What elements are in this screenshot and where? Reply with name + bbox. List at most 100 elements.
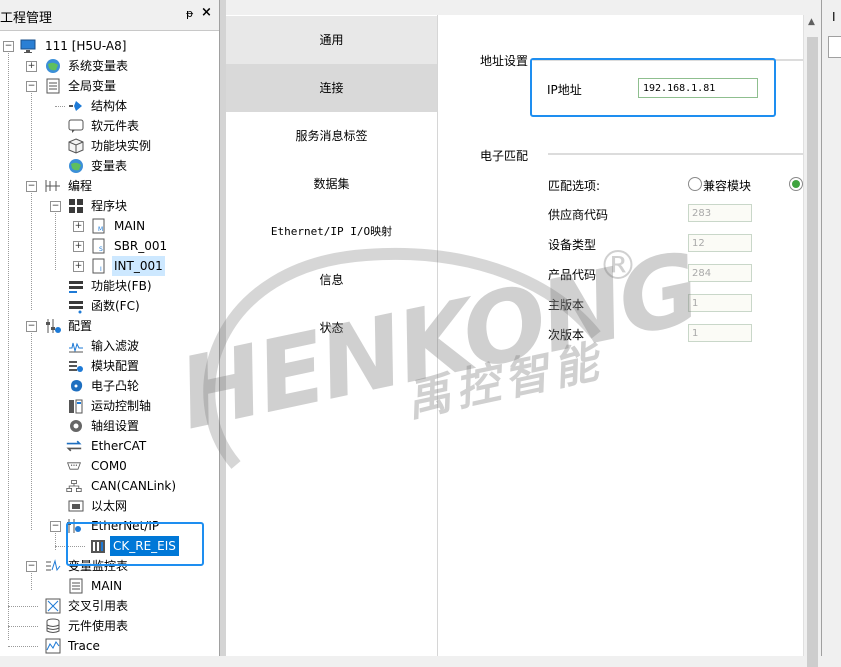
major-revision-field[interactable]: 1	[688, 294, 752, 312]
tree-label: 功能块实例	[91, 139, 152, 153]
scrollbar-thumb[interactable]	[807, 37, 818, 667]
settings-sliders-icon	[46, 319, 61, 333]
collapse-icon[interactable]: −	[26, 561, 37, 572]
program-file-icon: M	[92, 218, 105, 234]
nav-item-status[interactable]: 状态	[226, 304, 437, 352]
device-type-field[interactable]: 12	[688, 234, 752, 252]
match-section-title: 电子匹配	[480, 149, 529, 163]
address-section-title: 地址设置	[480, 54, 529, 68]
device-type-label: 设备类型	[548, 238, 597, 252]
tree-label: 轴组设置	[91, 419, 140, 433]
nav-item-dataset[interactable]: 数据集	[226, 160, 437, 208]
nav-item-info[interactable]: 信息	[226, 256, 437, 304]
close-icon[interactable]: ×	[201, 5, 212, 20]
config-nav-list: 通用 连接 服务消息标签 数据集 Ethernet/IP I/O映射 信息 状态	[226, 15, 438, 656]
tree-label: 编程	[68, 179, 93, 193]
tree-label: 程序块	[91, 199, 128, 213]
svg-text:I: I	[100, 266, 102, 273]
pin-icon[interactable]: ᵽ	[186, 7, 193, 20]
ethernet-port-icon	[68, 500, 84, 512]
tree-label: CAN(CANLink)	[91, 479, 177, 493]
table-icon	[69, 578, 83, 594]
cross-ref-icon	[45, 598, 61, 614]
tree-label: 配置	[68, 319, 93, 333]
program-file-icon: I	[92, 258, 105, 274]
tree-label: 电子凸轮	[91, 379, 140, 393]
compatible-module-label: 兼容模块	[703, 179, 752, 193]
tree-label: INT_001	[112, 256, 165, 276]
tree-label: Trace	[68, 639, 100, 653]
tree-label: EtherCAT	[91, 439, 147, 453]
globe-icon	[46, 59, 60, 73]
major-revision-label: 主版本	[548, 298, 585, 312]
gear-icon	[70, 420, 82, 432]
nav-item-general[interactable]: 通用	[226, 16, 437, 64]
tree-label: 系统变量表	[68, 59, 129, 73]
tree-label: SBR_001	[114, 239, 168, 253]
servo-axis-icon	[69, 399, 83, 414]
cam-icon	[71, 380, 83, 392]
tree-label: 变量表	[91, 159, 128, 173]
tree-label: 全局变量	[68, 79, 117, 93]
collapse-icon[interactable]: −	[26, 321, 37, 332]
project-panel-title: 工程管理	[0, 11, 53, 26]
table-icon	[46, 78, 60, 94]
document-tab-bar	[226, 0, 821, 13]
tree-label: 软元件表	[91, 119, 140, 133]
exact-match-radio[interactable]	[789, 177, 803, 191]
tree-label: 函数(FC)	[91, 299, 140, 313]
collapse-icon[interactable]: −	[26, 81, 37, 92]
network-tree-icon	[66, 480, 82, 492]
tree-callout-highlight	[66, 522, 204, 566]
collapse-icon[interactable]: −	[50, 201, 61, 212]
ethercat-arrows-icon	[66, 440, 82, 452]
expand-icon[interactable]: +	[73, 261, 84, 272]
compatible-module-radio[interactable]	[688, 177, 702, 191]
collapse-icon[interactable]: −	[3, 41, 14, 52]
function-block-icon	[69, 281, 83, 293]
side-panel-field[interactable]	[828, 36, 841, 58]
comment-icon	[68, 119, 84, 133]
expand-icon[interactable]: +	[73, 221, 84, 232]
struct-icon	[69, 101, 82, 111]
globe-icon	[69, 159, 83, 173]
match-option-label: 匹配选项:	[548, 179, 601, 193]
program-file-icon: S	[92, 238, 105, 254]
blocks-icon	[69, 199, 83, 213]
cube-icon	[68, 138, 84, 154]
vendor-code-field[interactable]: 283	[688, 204, 752, 222]
module-gear-icon	[69, 361, 83, 372]
product-code-field[interactable]: 284	[688, 264, 752, 282]
collapse-icon[interactable]: −	[50, 521, 61, 532]
ladder-icon	[45, 180, 60, 192]
tree-label: MAIN	[114, 219, 146, 233]
tree-label: 运动控制轴	[91, 399, 152, 413]
tree-root-label: 111 [H5U-A8]	[45, 39, 127, 53]
tree-label: MAIN	[91, 579, 123, 593]
tree-label: 交叉引用表	[68, 599, 129, 613]
monitor-icon	[20, 39, 36, 53]
expand-icon[interactable]: +	[26, 61, 37, 72]
minor-revision-field[interactable]: 1	[688, 324, 752, 342]
project-panel-header: 工程管理 ᵽ ×	[0, 0, 219, 31]
side-panel-title: I	[832, 10, 836, 24]
vertical-scrollbar[interactable]: ▲	[803, 15, 822, 667]
expand-icon[interactable]: +	[73, 241, 84, 252]
nav-item-io-mapping[interactable]: Ethernet/IP I/O映射	[226, 208, 437, 256]
serial-port-icon	[67, 462, 81, 470]
nav-item-service-tags[interactable]: 服务消息标签	[226, 112, 437, 160]
trace-chart-icon	[45, 638, 61, 654]
svg-text:S: S	[99, 246, 103, 253]
monitor-chart-icon	[46, 559, 61, 572]
side-panel-collapsed: I	[821, 0, 841, 656]
section-divider	[548, 153, 803, 155]
tree-label: 结构体	[91, 99, 128, 113]
collapse-icon[interactable]: −	[26, 181, 37, 192]
tree-label: 模块配置	[91, 359, 140, 373]
tree-label: 功能块(FB)	[91, 279, 152, 293]
scroll-up-arrow-icon[interactable]: ▲	[808, 17, 815, 27]
tree-label: 输入滤波	[91, 339, 140, 353]
waveform-icon	[69, 342, 83, 353]
nav-item-connection[interactable]: 连接	[226, 64, 437, 112]
tree-label: COM0	[91, 459, 127, 473]
